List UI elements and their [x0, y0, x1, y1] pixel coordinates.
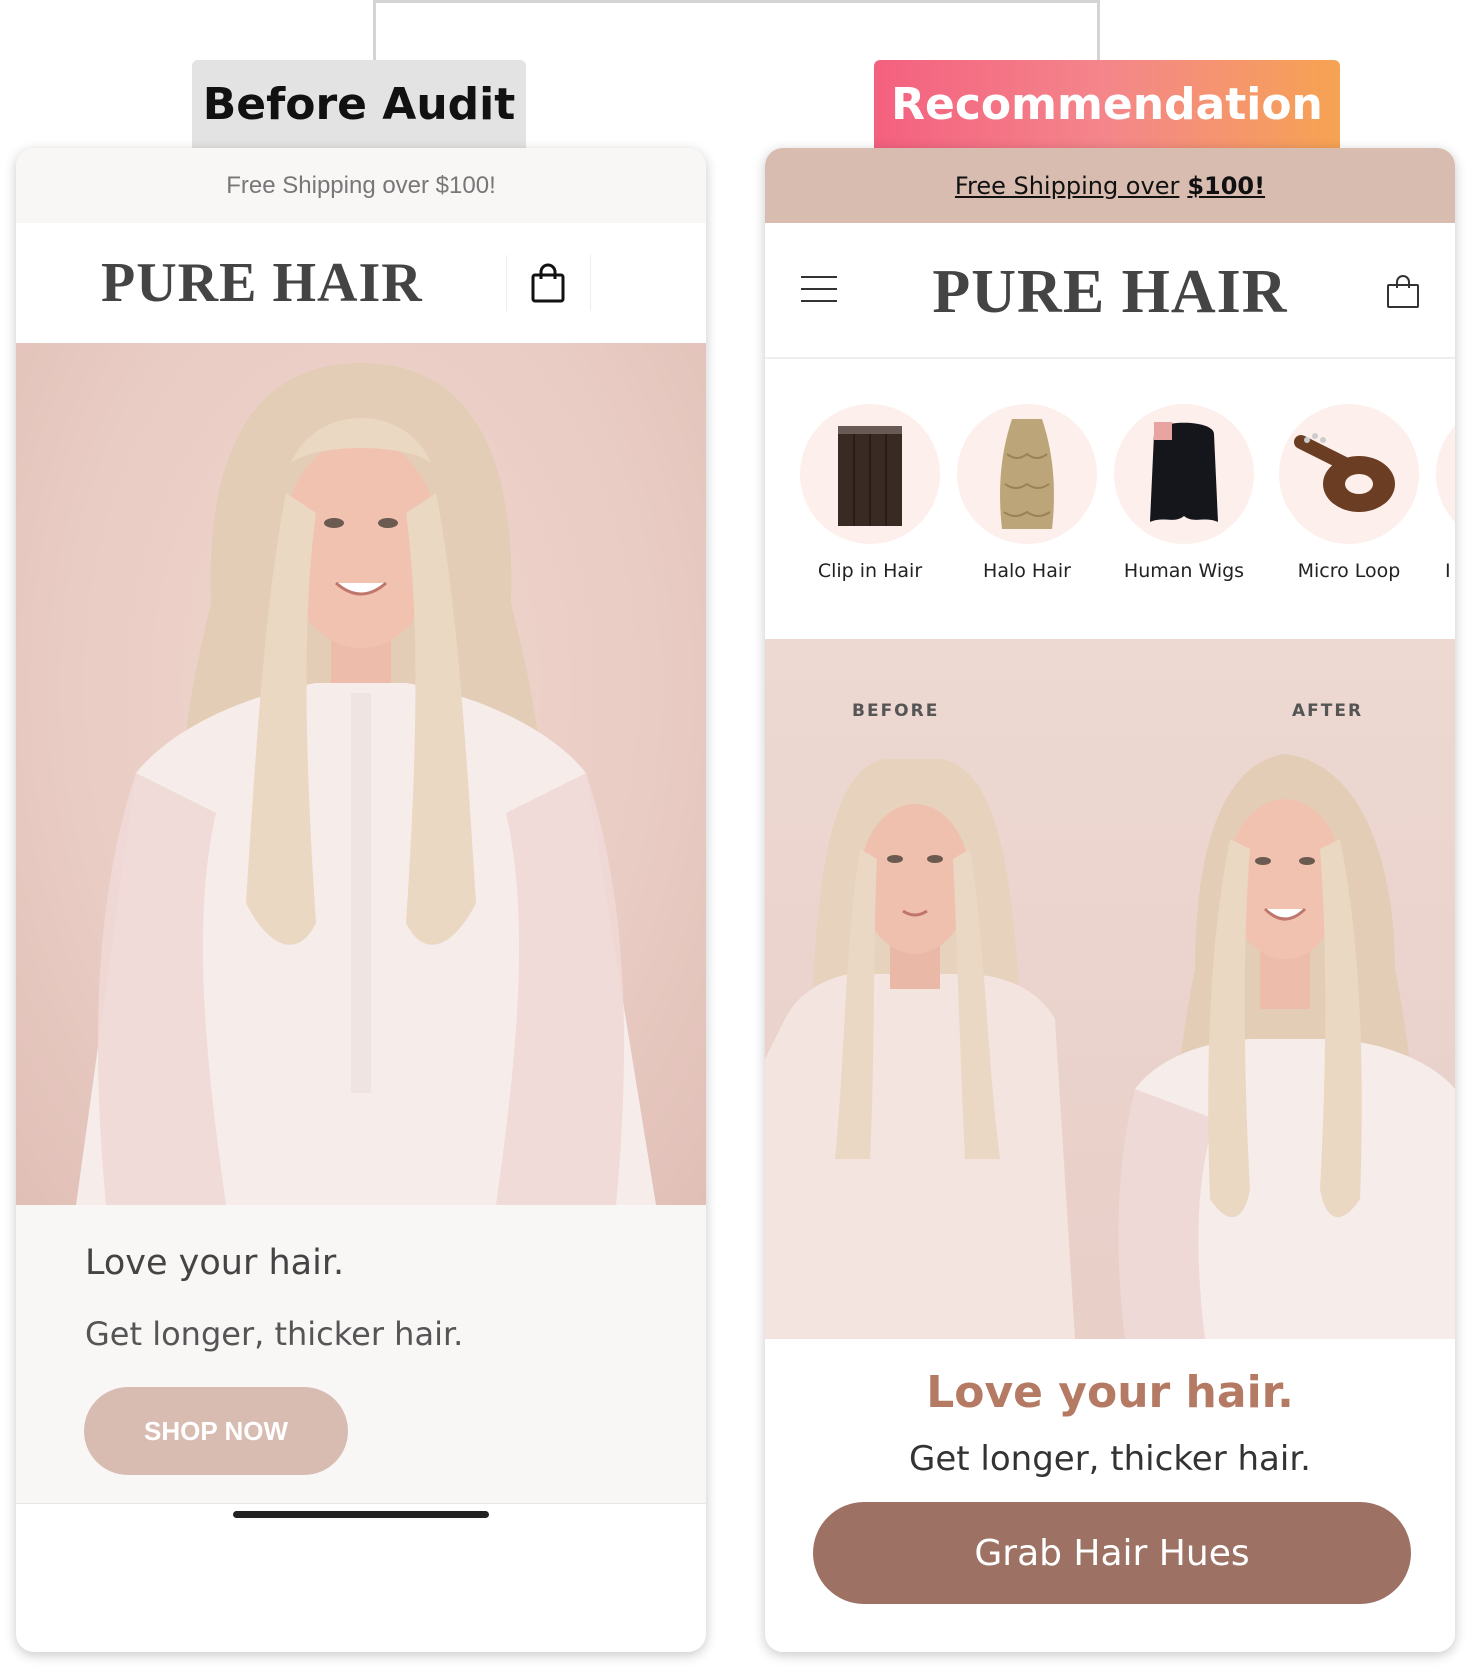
before-after-image: BEFORE AFTER [765, 639, 1455, 1339]
hero-text-section: Love your hair. Get longer, thicker hair… [765, 1339, 1455, 1652]
comparison-connector [373, 0, 1100, 62]
shopping-bag-icon[interactable] [530, 263, 566, 303]
category-label: Clip in Hair [817, 560, 923, 582]
category-label: Halo Hair [983, 560, 1071, 582]
home-indicator [233, 1511, 489, 1518]
section-divider [16, 1503, 706, 1504]
micro-loop-image [1279, 404, 1419, 544]
header-divider [590, 255, 591, 311]
category-partial[interactable]: I [1431, 404, 1455, 582]
shopping-bag-icon[interactable] [1386, 275, 1420, 309]
clip-in-hair-image [800, 404, 940, 544]
category-label: Micro Loop [1297, 560, 1401, 582]
shop-now-button[interactable]: SHOP NOW [84, 1387, 348, 1475]
recommendation-tag: Recommendation [874, 60, 1340, 148]
before-audit-tag: Before Audit [192, 60, 526, 148]
category-clip-in-hair[interactable]: Clip in Hair [795, 404, 945, 582]
site-header: PURE HAIR [16, 223, 706, 343]
category-halo-hair[interactable]: Halo Hair [952, 404, 1102, 582]
recommendation-phone-mockup: Free Shipping over $100! PURE HAIR Clip … [765, 148, 1455, 1652]
site-header: PURE HAIR [765, 223, 1455, 359]
site-logo[interactable]: PURE HAIR [765, 257, 1455, 328]
hero-model-image [16, 343, 706, 1205]
human-wig-image [1114, 404, 1254, 544]
before-phone-mockup: Free Shipping over $100! PURE HAIR Love … [16, 148, 706, 1652]
category-carousel[interactable]: Clip in Hair Halo Hair Human Wigs Micro … [765, 359, 1455, 639]
shipping-banner[interactable]: Free Shipping over $100! [765, 148, 1455, 223]
site-logo[interactable]: PURE HAIR [101, 251, 423, 315]
shipping-amount: $100! [1187, 171, 1266, 200]
shipping-text: Free Shipping over [954, 171, 1180, 200]
category-label: Human Wigs [1123, 560, 1245, 582]
grab-hair-hues-button[interactable]: Grab Hair Hues [813, 1502, 1411, 1604]
header-divider [506, 255, 507, 311]
partial-category-image [1436, 404, 1455, 544]
shipping-banner[interactable]: Free Shipping over $100! [16, 148, 706, 223]
hero-subheadline: Get longer, thicker hair. [909, 1439, 1311, 1479]
hero-subheadline: Get longer, thicker hair. [85, 1315, 464, 1353]
category-label: I [1445, 560, 1451, 582]
halo-hair-image [957, 404, 1097, 544]
hero-text-section: Love your hair. Get longer, thicker hair… [16, 1205, 706, 1503]
category-human-wigs[interactable]: Human Wigs [1109, 404, 1259, 582]
hero-headline: Love your hair. [85, 1243, 345, 1283]
hero-headline: Love your hair. [926, 1367, 1294, 1418]
category-micro-loop[interactable]: Micro Loop [1274, 404, 1424, 582]
